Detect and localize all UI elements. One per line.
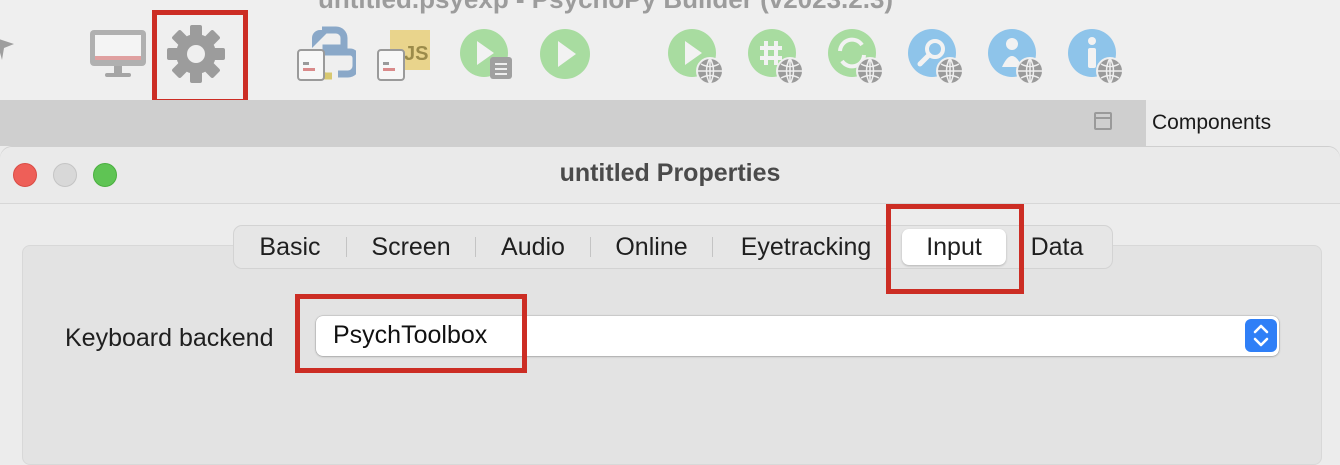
tab-eyetracking[interactable]: Eyetracking (713, 226, 899, 268)
user-online-icon[interactable] (986, 27, 1046, 87)
tab-basic[interactable]: Basic (234, 226, 346, 268)
tab-screen[interactable]: Screen (347, 226, 475, 268)
project-info-online-icon[interactable] (1066, 27, 1126, 87)
back-arrow-icon[interactable] (0, 34, 16, 62)
project-refresh-online-icon[interactable] (826, 27, 886, 87)
sync-project-online-icon[interactable] (746, 27, 806, 87)
tab-audio[interactable]: Audio (476, 226, 590, 268)
search-projects-online-icon[interactable] (906, 27, 966, 87)
tab-input[interactable]: Input (902, 229, 1006, 265)
components-strip: Components (0, 100, 1340, 146)
keyboard-backend-value: PsychToolbox (333, 321, 488, 349)
compile-js-script-icon[interactable]: JS (376, 26, 434, 84)
components-panel-tab[interactable]: Components (1146, 100, 1340, 146)
builder-toolbar: untitled.psyexp - PsychoPy Builder (v202… (0, 0, 1340, 101)
window-toggle-icon[interactable] (1094, 112, 1112, 130)
experiment-settings-gear-icon[interactable] (164, 22, 228, 86)
compile-python-script-icon[interactable] (296, 26, 356, 84)
keyboard-backend-label: Keyboard backend (65, 324, 274, 352)
settings-tab-bar: Basic Screen Audio Online Eyetracking In… (233, 225, 1113, 269)
keyboard-backend-select[interactable]: PsychToolbox (316, 316, 1279, 356)
select-stepper-icon[interactable] (1245, 319, 1277, 352)
svg-text:JS: JS (404, 43, 428, 65)
monitor-icon[interactable] (88, 28, 148, 80)
dialog-title: untitled Properties (559, 159, 781, 187)
window-title: untitled.psyexp - PsychoPy Builder (v202… (318, 0, 893, 15)
dialog-titlebar: untitled Properties (0, 147, 1340, 204)
run-in-runner-icon[interactable] (458, 27, 516, 83)
run-online-pilot-icon[interactable] (666, 27, 726, 87)
tab-online[interactable]: Online (591, 226, 712, 268)
run-experiment-icon[interactable] (538, 27, 592, 81)
properties-dialog: untitled Properties Basic Screen Audio O… (0, 147, 1340, 465)
tab-data[interactable]: Data (1020, 226, 1094, 268)
